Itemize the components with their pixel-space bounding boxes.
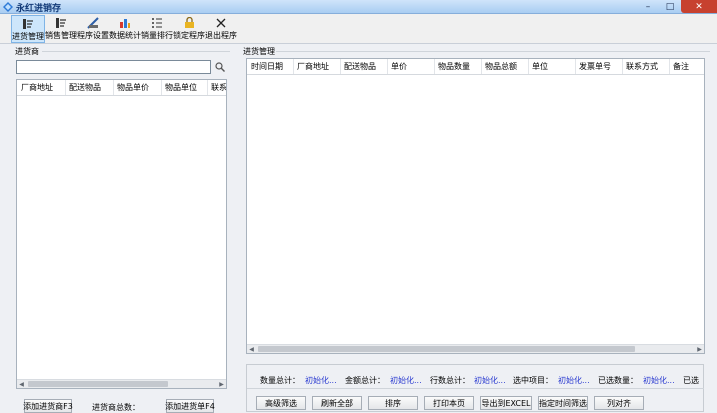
scroll-right-icon[interactable]: ▶	[695, 345, 704, 353]
column-header[interactable]: 备注	[673, 61, 689, 72]
sales-icon	[54, 16, 68, 29]
main-toolbar: 进货管理 销售管理 程序设置 数据统计 销量排行 锁定程序 退出程序	[0, 14, 717, 44]
column-divider	[293, 59, 294, 74]
purchase-panel: 进货管理 时间日期 厂商地址 配送物品 单价 物品数量 物品总额 单位 发票单号…	[240, 46, 712, 413]
column-divider	[669, 59, 670, 74]
app-icon	[3, 2, 13, 12]
column-divider	[207, 80, 208, 95]
chart-icon	[118, 16, 132, 29]
toolbar-label: 程序设置	[77, 31, 109, 40]
column-divider	[481, 59, 482, 74]
scroll-left-icon[interactable]: ◀	[17, 380, 26, 388]
column-header[interactable]: 单位	[532, 61, 548, 72]
column-header[interactable]: 单价	[391, 61, 407, 72]
column-header[interactable]: 联系	[211, 82, 226, 93]
column-header[interactable]: 厂商地址	[21, 82, 53, 93]
supplier-table-header: 厂商地址 配送物品 物品单价 物品单位 联系	[17, 80, 226, 96]
column-header[interactable]: 物品数量	[438, 61, 470, 72]
column-divider	[622, 59, 623, 74]
supplier-table-scrollbar[interactable]: ◀ ▶	[17, 379, 226, 388]
date-range-filter-button[interactable]: 指定时间筛选	[538, 396, 588, 410]
toolbar-purchase-button[interactable]: 进货管理	[11, 15, 45, 43]
column-divider	[65, 80, 66, 95]
supplier-panel-title: 进货商	[15, 47, 39, 56]
toolbar-label: 销量排行	[141, 31, 173, 40]
lock-icon	[182, 16, 196, 29]
toolbar-stats-button[interactable]: 数据统计	[109, 15, 141, 43]
stat-selected-value: 初始化...	[558, 376, 590, 385]
window-title: 永红进销存	[16, 4, 62, 14]
toolbar-exit-button[interactable]: 退出程序	[205, 15, 237, 43]
purchase-table-scrollbar[interactable]: ◀ ▶	[247, 344, 704, 353]
search-icon[interactable]	[213, 60, 227, 74]
stat-selected-label: 选中项目：	[513, 376, 553, 385]
scroll-right-icon[interactable]: ▶	[217, 380, 226, 388]
maximize-button[interactable]: □	[659, 0, 681, 13]
column-divider	[434, 59, 435, 74]
supplier-total-label: 进货商总数：	[92, 403, 140, 412]
toolbar-ranking-button[interactable]: 销量排行	[141, 15, 173, 43]
minimize-button[interactable]: –	[637, 0, 659, 13]
toolbar-sales-button[interactable]: 销售管理	[45, 15, 77, 43]
column-header[interactable]: 物品单位	[165, 82, 197, 93]
title-bar: 永红进销存 – □ ✕	[0, 0, 717, 14]
stat-amount-value: 初始化...	[390, 376, 422, 385]
stat-quantity-value: 初始化...	[305, 376, 337, 385]
divider	[42, 51, 230, 52]
stat-selected-extra-label: 已选	[683, 376, 699, 385]
stat-amount-label: 金额总计：	[345, 376, 385, 385]
add-order-button[interactable]: 添加进货单F4	[165, 399, 215, 413]
close-icon	[214, 16, 228, 29]
scrollbar-thumb[interactable]	[28, 381, 168, 387]
column-header[interactable]: 时间日期	[251, 61, 283, 72]
stat-selected-qty-value: 初始化...	[643, 376, 675, 385]
column-header[interactable]: 联系方式	[626, 61, 658, 72]
column-divider	[387, 59, 388, 74]
purchase-panel-title: 进货管理	[243, 47, 275, 56]
advanced-filter-button[interactable]: 高级筛选	[256, 396, 306, 410]
column-divider	[161, 80, 162, 95]
column-header[interactable]: 配送物品	[69, 82, 101, 93]
stat-selected-qty-label: 已选数量：	[598, 376, 638, 385]
supplier-search-input[interactable]	[16, 60, 211, 74]
column-divider	[113, 80, 114, 95]
toolbar-label: 数据统计	[109, 31, 141, 40]
stat-rows-label: 行数总计：	[430, 376, 470, 385]
column-header[interactable]: 物品总额	[485, 61, 517, 72]
divider	[247, 388, 704, 389]
toolbar-lock-button[interactable]: 锁定程序	[173, 15, 205, 43]
close-window-button[interactable]: ✕	[681, 0, 717, 13]
column-header[interactable]: 发票单号	[579, 61, 611, 72]
column-header[interactable]: 配送物品	[344, 61, 376, 72]
toolbar-label: 进货管理	[12, 32, 44, 41]
sort-button[interactable]: 排序	[368, 396, 418, 410]
add-supplier-button[interactable]: 添加进货商F3	[23, 399, 73, 413]
column-header[interactable]: 厂商地址	[297, 61, 329, 72]
scrollbar-thumb[interactable]	[258, 346, 635, 352]
purchase-icon	[21, 17, 35, 30]
column-align-button[interactable]: 列对齐	[594, 396, 644, 410]
supplier-table[interactable]: 厂商地址 配送物品 物品单价 物品单位 联系 ◀ ▶	[16, 79, 227, 389]
toolbar-label: 退出程序	[205, 31, 237, 40]
column-divider	[575, 59, 576, 74]
print-page-button[interactable]: 打印本页	[424, 396, 474, 410]
column-divider	[340, 59, 341, 74]
toolbar-label: 锁定程序	[173, 31, 205, 40]
ranking-icon	[150, 16, 164, 29]
column-header[interactable]: 物品单价	[117, 82, 149, 93]
toolbar-label: 销售管理	[45, 31, 77, 40]
stat-quantity-label: 数量总计：	[260, 376, 300, 385]
refresh-all-button[interactable]: 刷新全部	[312, 396, 362, 410]
purchase-table-header: 时间日期 厂商地址 配送物品 单价 物品数量 物品总额 单位 发票单号 联系方式…	[247, 59, 704, 75]
column-divider	[528, 59, 529, 74]
divider	[276, 51, 710, 52]
stat-rows-value: 初始化...	[474, 376, 506, 385]
toolbar-settings-button[interactable]: 程序设置	[77, 15, 109, 43]
supplier-panel: 进货商 厂商地址 配送物品 物品单价 物品单位 联系 ◀ ▶ 添加进货商F3 进…	[12, 46, 231, 413]
export-excel-button[interactable]: 导出到EXCEL	[480, 396, 532, 410]
settings-icon	[86, 16, 100, 29]
purchase-table[interactable]: 时间日期 厂商地址 配送物品 单价 物品数量 物品总额 单位 发票单号 联系方式…	[246, 58, 705, 354]
scroll-left-icon[interactable]: ◀	[247, 345, 256, 353]
